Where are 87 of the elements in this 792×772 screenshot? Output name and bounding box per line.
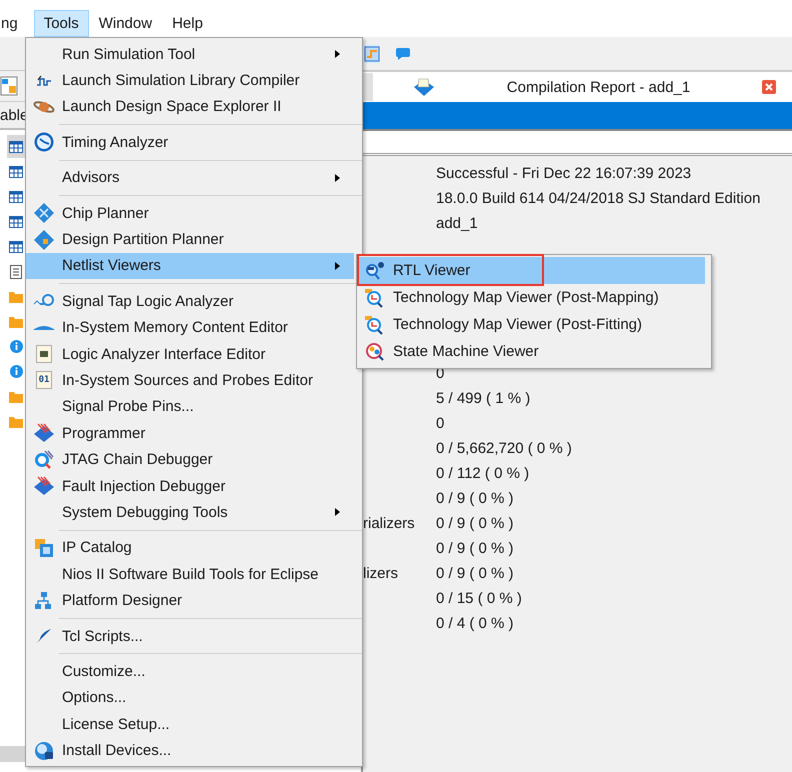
table-cell: Successful - Fri Dec 22 16:07:39 2023 bbox=[436, 165, 692, 182]
toolbar-icon[interactable] bbox=[364, 44, 380, 62]
report-icon bbox=[413, 77, 435, 97]
menu-bar-item[interactable]: ng bbox=[0, 10, 28, 37]
waveform-icon bbox=[36, 74, 52, 87]
menu-item[interactable]: Advisors bbox=[26, 164, 354, 191]
menu-item[interactable]: Chip Planner bbox=[26, 200, 354, 226]
table-cell: 0 bbox=[436, 415, 444, 432]
menu-item[interactable]: JTAG Chain Debugger bbox=[26, 446, 354, 473]
striped-diamond-icon bbox=[34, 423, 54, 444]
table-icon bbox=[9, 140, 23, 152]
magnifier-icon bbox=[365, 262, 385, 280]
table-cell: 0 / 9 ( 0 % ) bbox=[436, 565, 514, 582]
menu-item[interactable]: License Setup... bbox=[26, 710, 354, 738]
chip-icon bbox=[34, 538, 54, 558]
planet-icon bbox=[33, 98, 55, 115]
magnifier-icon bbox=[365, 288, 385, 308]
table-cell: 0 / 5,662,720 ( 0 % ) bbox=[436, 440, 572, 457]
menu-item[interactable]: Netlist Viewers bbox=[26, 252, 354, 280]
menu-item[interactable]: Signal Probe Pins... bbox=[26, 394, 354, 420]
menu-item[interactable]: State Machine Viewer bbox=[357, 338, 705, 365]
menu-bar-item[interactable]: Help bbox=[162, 10, 213, 37]
magnifier-icon bbox=[34, 450, 54, 470]
table-cell: 0 / 112 ( 0 % ) bbox=[436, 465, 530, 482]
table-icon bbox=[9, 216, 23, 228]
menu-item[interactable]: Run Simulation Tool bbox=[26, 41, 354, 68]
table-cell: add_1 bbox=[436, 215, 478, 232]
table-icon bbox=[9, 166, 23, 178]
menu-item[interactable]: Technology Map Viewer (Post-Fitting) bbox=[357, 311, 705, 338]
menu-item[interactable]: Design Partition Planner bbox=[26, 226, 354, 253]
menu-item[interactable]: System Debugging Tools bbox=[26, 499, 354, 526]
chip-icon bbox=[36, 345, 52, 364]
clock-icon bbox=[34, 132, 54, 152]
menu-item[interactable]: Timing Analyzer bbox=[26, 129, 354, 156]
menu-item[interactable]: Nios II Software Build Tools for Eclipse bbox=[26, 561, 354, 588]
folder-icon bbox=[9, 390, 23, 402]
table-cell: rializers bbox=[363, 515, 415, 532]
table-cell: 0 / 9 ( 0 % ) bbox=[436, 540, 514, 557]
table-cell: 0 / 9 ( 0 % ) bbox=[436, 515, 514, 532]
close-icon[interactable] bbox=[762, 80, 776, 94]
menu-item[interactable]: Logic Analyzer Interface Editor bbox=[26, 340, 354, 368]
folder-icon bbox=[9, 416, 23, 428]
magnifier-icon bbox=[365, 314, 385, 334]
menu-item[interactable]: Fault Injection Debugger bbox=[26, 472, 354, 500]
menu-item[interactable]: Options... bbox=[26, 684, 354, 711]
speech-bubble-icon[interactable] bbox=[396, 46, 410, 60]
table-cell: lizers bbox=[363, 565, 398, 582]
striped-diamond-icon bbox=[34, 476, 54, 496]
magnifier-icon bbox=[365, 342, 385, 362]
document-icon bbox=[10, 264, 22, 278]
folder-icon bbox=[9, 290, 23, 302]
table-cell: 5 / 499 ( 1 % ) bbox=[436, 390, 530, 407]
menu-item[interactable]: Signal Tap Logic Analyzer bbox=[26, 288, 354, 315]
info-icon bbox=[10, 340, 22, 353]
table-cell: 0 / 9 ( 0 % ) bbox=[436, 490, 514, 507]
diamond-icon bbox=[34, 203, 54, 224]
menu-item[interactable]: Customize... bbox=[26, 658, 354, 685]
menu-item[interactable]: IP Catalog bbox=[26, 534, 354, 562]
menu-item[interactable]: In-System Memory Content Editor bbox=[26, 314, 354, 341]
menu-item[interactable]: Programmer bbox=[26, 420, 354, 446]
menu-item[interactable]: 01 In-System Sources and Probes Editor bbox=[26, 367, 354, 394]
menu-item[interactable]: Platform Designer bbox=[26, 587, 354, 614]
table-icon bbox=[9, 240, 23, 252]
table-cell: 0 / 4 ( 0 % ) bbox=[436, 615, 514, 632]
feather-icon bbox=[36, 628, 52, 644]
globe-icon bbox=[34, 740, 54, 761]
report-title: Compilation Report - add_1 bbox=[506, 78, 692, 96]
menu-item[interactable]: Launch Simulation Library Compiler bbox=[26, 67, 354, 94]
folder-icon bbox=[9, 316, 23, 328]
table-cell: 0 / 15 ( 0 % ) bbox=[436, 590, 522, 607]
hierarchy-icon bbox=[34, 592, 54, 610]
menu-item[interactable]: Tcl Scripts... bbox=[26, 622, 354, 650]
memory-bar-icon bbox=[33, 324, 55, 332]
menu-bar-item[interactable]: Tools bbox=[34, 10, 89, 37]
table-icon bbox=[9, 190, 23, 202]
project-icon[interactable] bbox=[0, 76, 18, 96]
probe-icon bbox=[33, 294, 55, 308]
menu-bar-item[interactable]: Window bbox=[88, 10, 162, 37]
menu-item[interactable]: Launch Design Space Explorer II bbox=[26, 94, 354, 120]
menu-item[interactable]: Install Devices... bbox=[26, 737, 354, 764]
menu-item[interactable]: Technology Map Viewer (Post-Mapping) bbox=[357, 284, 705, 311]
info-icon bbox=[10, 365, 22, 378]
table-cell: 18.0.0 Build 614 04/24/2018 SJ Standard Edition bbox=[436, 190, 760, 207]
diamond-icon bbox=[34, 230, 54, 250]
code-page-icon: 01 bbox=[36, 371, 52, 390]
tree-item[interactable] bbox=[7, 135, 25, 158]
menu-item[interactable]: RTL Viewer bbox=[357, 257, 705, 284]
